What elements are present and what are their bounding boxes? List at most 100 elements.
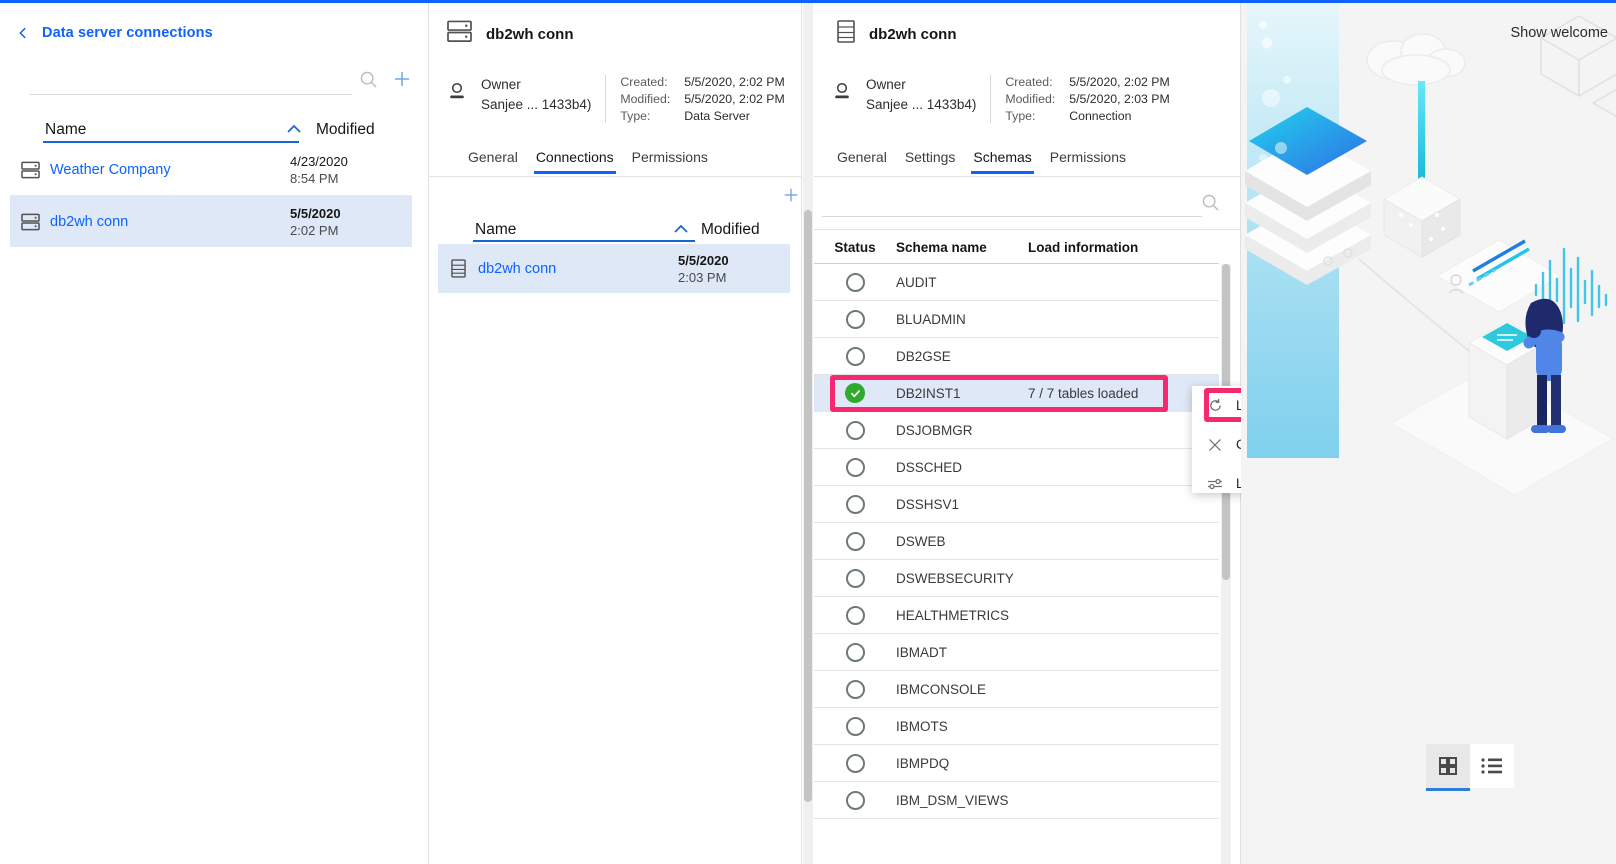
list-item-name[interactable]: Weather Company — [50, 162, 290, 178]
column-header-name[interactable]: Name — [45, 121, 86, 139]
status-not-loaded-icon — [814, 716, 896, 736]
status-not-loaded-icon — [814, 605, 896, 625]
schema-row[interactable]: DSSCHED — [814, 449, 1219, 486]
column-header-name[interactable]: Name — [475, 221, 516, 239]
schema-row[interactable]: DSSHSV1 — [814, 486, 1219, 523]
tab-permissions[interactable]: Permissions — [623, 149, 717, 174]
metadata-divider — [605, 75, 607, 123]
user-avatar-icon — [447, 82, 467, 109]
list-item-name[interactable]: db2wh conn — [50, 214, 290, 230]
schema-table-top-rule — [814, 229, 1241, 230]
grid-view-button[interactable] — [1426, 744, 1470, 791]
meta-key-created: Created: — [1005, 75, 1053, 89]
metadata-grid: Created: 5/5/2020, 2:02 PM Modified: 5/5… — [620, 75, 784, 123]
add-connection-button[interactable] — [388, 65, 416, 93]
panel2-scrollbar-thumb[interactable] — [804, 210, 812, 802]
breadcrumb-back[interactable]: Data server connections — [16, 25, 213, 41]
data-server-detail-panel: db2wh conn Owner Sanjee ... 1433b4) Crea… — [429, 3, 801, 864]
schema-name-cell: DSSHSV1 — [896, 496, 960, 512]
schema-search-input[interactable] — [822, 185, 1202, 215]
search-underline — [30, 94, 352, 95]
schema-row[interactable]: DSJOBMGR — [814, 412, 1219, 449]
close-x-icon — [1206, 438, 1224, 452]
status-not-loaded-icon — [814, 679, 896, 699]
panel3-title: db2wh conn — [869, 25, 957, 43]
tab-connections[interactable]: Connections — [527, 149, 623, 174]
status-not-loaded-icon — [814, 346, 896, 366]
tab-schemas[interactable]: Schemas — [964, 149, 1040, 174]
schema-row[interactable]: AUDIT — [814, 264, 1219, 301]
list-item[interactable]: db2wh conn 5/5/2020 2:02 PM — [10, 196, 412, 247]
status-not-loaded-icon — [814, 790, 896, 810]
sliders-icon — [1206, 477, 1224, 491]
sort-ascending-icon[interactable] — [673, 221, 689, 239]
schema-row[interactable]: IBMADT — [814, 634, 1219, 671]
schema-name-cell: IBM_DSM_VIEWS — [896, 792, 1009, 808]
refresh-icon — [1206, 398, 1224, 413]
status-not-loaded-icon — [814, 642, 896, 662]
meta-key-type: Type: — [1005, 109, 1036, 123]
schema-row[interactable]: DSWEBSECURITY — [814, 560, 1219, 597]
list-item-modified: 4/23/2020 8:54 PM — [290, 154, 348, 186]
name-column-active-underline — [473, 240, 695, 242]
column-header-modified[interactable]: Modified — [701, 221, 785, 239]
tab-general[interactable]: General — [459, 149, 527, 174]
search-icon[interactable] — [354, 65, 382, 93]
schema-name-cell: IBMOTS — [896, 718, 948, 734]
schema-name-cell: DSJOBMGR — [896, 422, 973, 438]
column-header-load-information[interactable]: Load information — [1028, 240, 1138, 255]
chevron-left-icon — [16, 26, 30, 40]
status-not-loaded-icon — [814, 494, 896, 514]
sort-ascending-icon[interactable] — [286, 121, 302, 139]
status-not-loaded-icon — [814, 568, 896, 588]
tab-permissions[interactable]: Permissions — [1041, 149, 1135, 174]
schema-row[interactable]: DSWEB — [814, 523, 1219, 560]
tab-general[interactable]: General — [828, 149, 896, 174]
connections-list-header: Name Modified — [475, 213, 785, 239]
search-icon[interactable] — [1196, 188, 1224, 216]
schema-name-cell: IBMCONSOLE — [896, 681, 987, 697]
schema-row[interactable]: DB2GSE — [814, 338, 1219, 375]
column-header-status[interactable]: Status — [814, 240, 896, 255]
metadata-grid: Created: 5/5/2020, 2:02 PM Modified: 5/5… — [1005, 75, 1169, 123]
column-header-schema-name[interactable]: Schema name — [896, 240, 1028, 255]
owner-text: Owner Sanjee ... 1433b4) — [866, 77, 977, 112]
status-not-loaded-icon — [814, 753, 896, 773]
tab-settings[interactable]: Settings — [896, 149, 965, 174]
show-welcome-link[interactable]: Show welcome — [1510, 25, 1608, 41]
schema-row[interactable]: DB2INST1 7 / 7 tables loaded — [814, 375, 1219, 412]
meta-key-modified: Modified: — [1005, 92, 1056, 106]
schema-row[interactable]: IBMPDQ — [814, 745, 1219, 782]
meta-val-modified: 5/5/2020, 2:03 PM — [1069, 92, 1170, 106]
tabs-rule — [429, 176, 801, 177]
column-header-modified[interactable]: Modified — [316, 121, 412, 139]
data-server-connections-panel: Data server connections Name Modified We… — [0, 3, 428, 864]
schema-row[interactable]: BLUADMIN — [814, 301, 1219, 338]
status-not-loaded-icon — [814, 457, 896, 477]
schema-row[interactable]: IBM_DSM_VIEWS — [814, 782, 1219, 819]
panel2-metadata: Owner Sanjee ... 1433b4) Created: 5/5/20… — [447, 75, 785, 123]
owner-block: Owner Sanjee ... 1433b4) — [832, 75, 976, 115]
schema-name-cell: DSWEBSECURITY — [896, 570, 1014, 586]
connections-search-row — [30, 63, 412, 99]
list-item[interactable]: db2wh conn 5/5/2020 2:03 PM — [438, 244, 790, 293]
connection-icon — [438, 259, 478, 278]
list-item[interactable]: Weather Company 4/23/2020 8:54 PM — [10, 145, 412, 196]
panel2-tabs: General Connections Permissions — [459, 149, 717, 174]
panel2-header: db2wh conn — [447, 20, 574, 48]
status-not-loaded-icon — [814, 272, 896, 292]
schema-name-cell: DSWEB — [896, 533, 946, 549]
schema-row[interactable]: HEALTHMETRICS — [814, 597, 1219, 634]
list-view-button[interactable] — [1470, 744, 1514, 788]
connections-search-input[interactable] — [30, 65, 348, 93]
name-column-active-underline — [43, 141, 299, 143]
meta-val-created: 5/5/2020, 2:02 PM — [1069, 75, 1170, 89]
schema-name-cell: IBMPDQ — [896, 755, 950, 771]
list-item-name[interactable]: db2wh conn — [478, 261, 678, 277]
schema-name-cell: IBMADT — [896, 644, 948, 660]
schema-row[interactable]: IBMOTS — [814, 708, 1219, 745]
connections-list-header: Name Modified — [45, 113, 412, 139]
data-server-icon — [10, 161, 50, 179]
schema-row[interactable]: IBMCONSOLE — [814, 671, 1219, 708]
schema-name-cell: DB2INST1 — [896, 385, 961, 401]
